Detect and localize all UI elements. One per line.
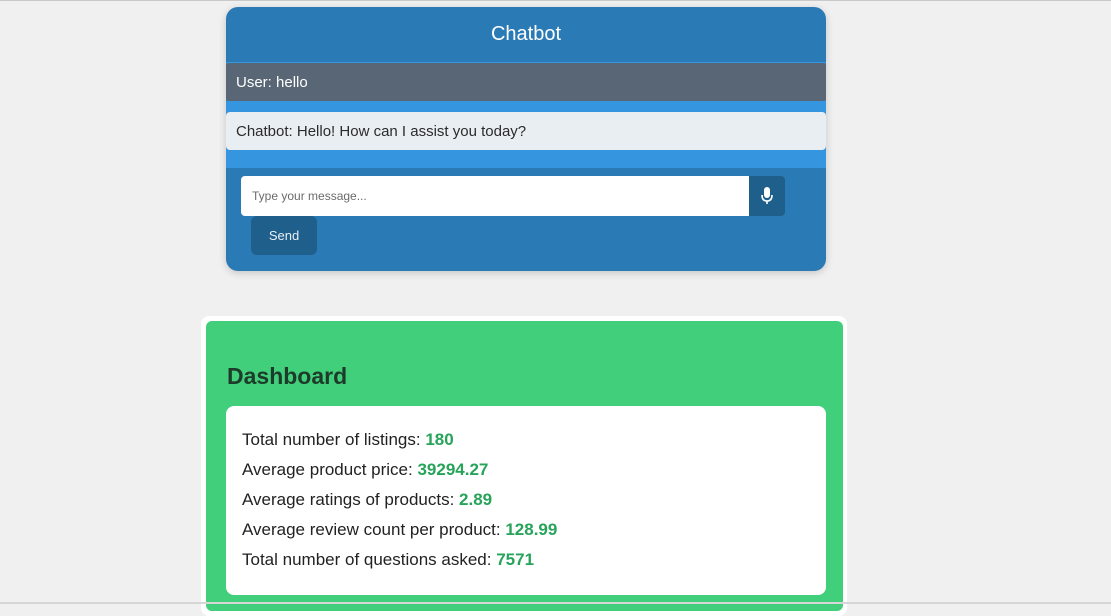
stat-value: 128.99	[505, 520, 558, 539]
stats-card: Total number of listings: 180 Average pr…	[226, 406, 826, 595]
stat-value: 7571	[496, 550, 535, 569]
microphone-button[interactable]	[749, 176, 785, 216]
stat-label: Average ratings of products:	[242, 490, 460, 509]
stat-average-ratings: Average ratings of products: 2.89	[242, 490, 492, 510]
message-input[interactable]	[241, 176, 749, 216]
stat-total-questions: Total number of questions asked: 7571	[242, 550, 534, 570]
stat-label: Total number of questions asked:	[242, 550, 497, 569]
stat-total-listings: Total number of listings: 180	[242, 430, 454, 450]
page-top-border	[0, 0, 1111, 1]
bot-message: Chatbot: Hello! How can I assist you tod…	[226, 112, 826, 150]
stat-label: Average product price:	[242, 460, 418, 479]
dashboard-panel: Dashboard Total number of listings: 180 …	[206, 321, 843, 611]
stat-value: 39294.27	[417, 460, 489, 479]
stat-value: 180	[425, 430, 454, 449]
chatbot-widget: Chatbot User: hello Chatbot: Hello! How …	[226, 7, 826, 271]
stat-average-price: Average product price: 39294.27	[242, 460, 488, 480]
chat-log: User: hello Chatbot: Hello! How can I as…	[226, 62, 826, 168]
send-button[interactable]: Send	[251, 216, 317, 255]
user-message: User: hello	[226, 63, 826, 101]
microphone-icon	[761, 187, 773, 204]
dashboard-title: Dashboard	[227, 363, 348, 389]
message-input-row	[241, 176, 785, 216]
chatbot-title: Chatbot	[226, 7, 826, 63]
stat-average-review-count: Average review count per product: 128.99	[242, 520, 557, 540]
stat-label: Total number of listings:	[242, 430, 426, 449]
stat-value: 2.89	[459, 490, 493, 509]
stat-label: Average review count per product:	[242, 520, 506, 539]
